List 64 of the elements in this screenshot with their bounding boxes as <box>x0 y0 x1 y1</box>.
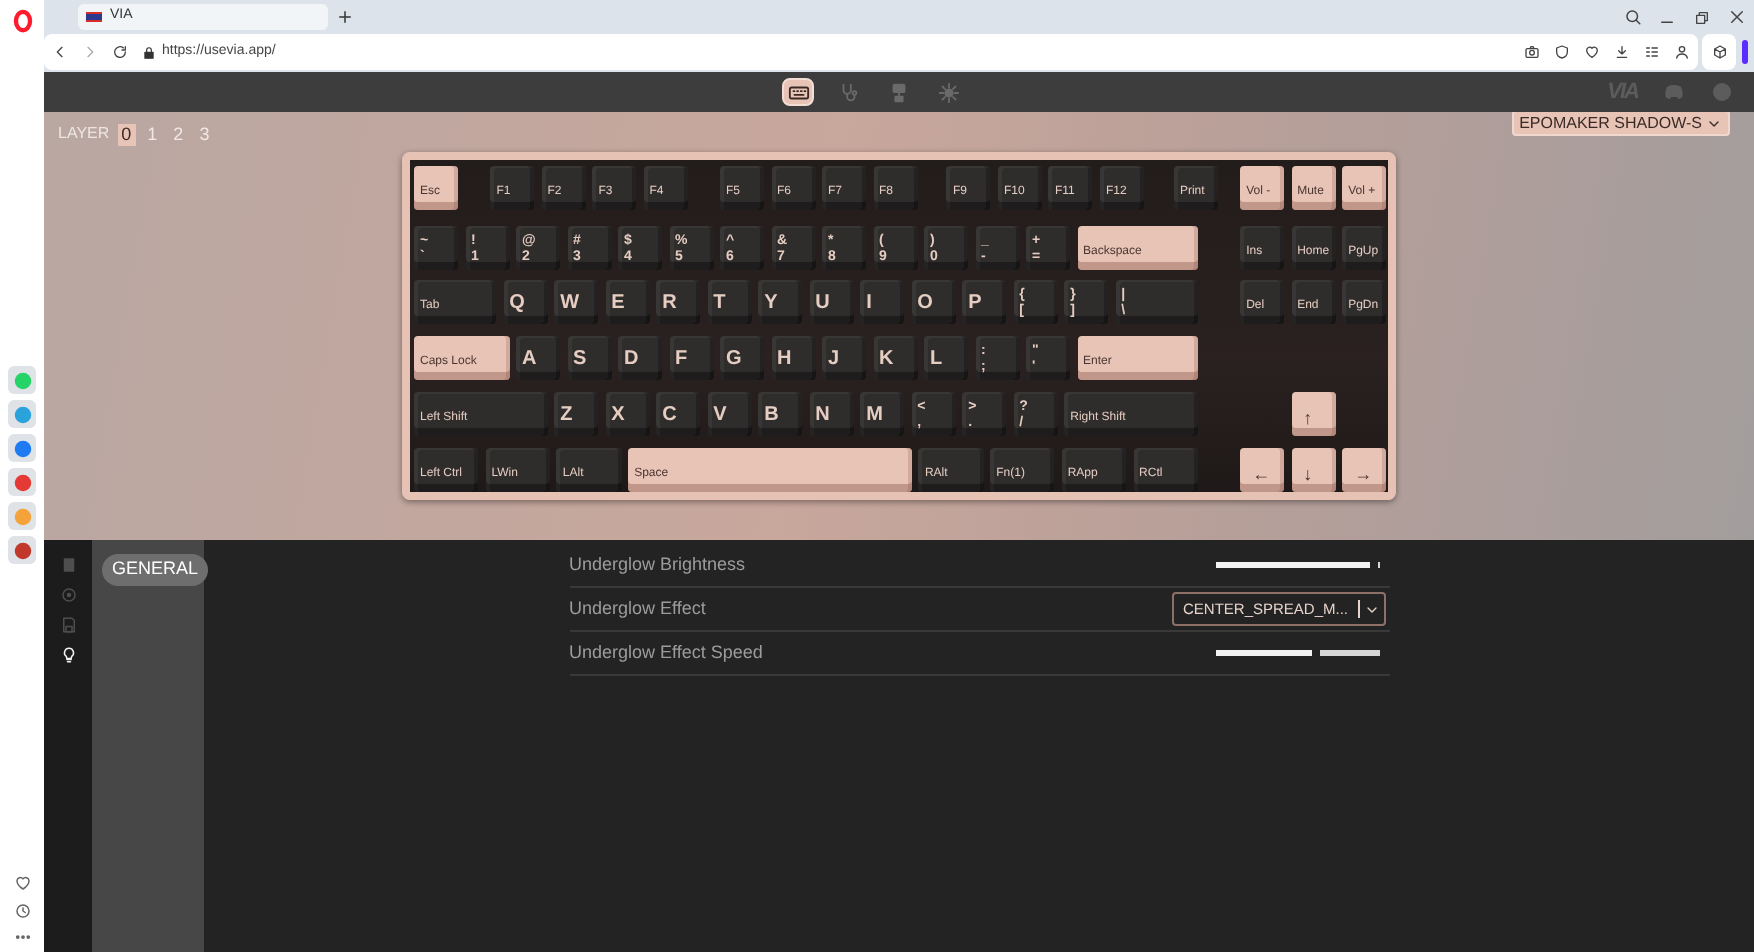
restore-icon[interactable] <box>1694 9 1710 25</box>
settings-icon <box>937 81 959 103</box>
shield-icon[interactable] <box>1554 44 1570 60</box>
layer-label: LAYER <box>58 122 110 146</box>
keycap[interactable]: T <box>707 280 752 324</box>
keycap[interactable]: R <box>656 280 701 324</box>
category-tab[interactable]: GENERAL <box>102 554 209 585</box>
keycap[interactable]: ← <box>1240 448 1285 492</box>
keyboard-icon <box>787 81 809 103</box>
flag-icon <box>86 12 102 22</box>
clock-icon[interactable] <box>13 902 31 920</box>
lock-icon <box>142 45 156 59</box>
keycap[interactable]: I <box>860 280 905 324</box>
keycap[interactable]: Z <box>554 392 599 436</box>
list-icon[interactable] <box>1644 44 1660 60</box>
keycap[interactable]: N <box>809 392 854 436</box>
keycap[interactable]: E <box>605 280 650 324</box>
accent-bar <box>1742 40 1748 64</box>
keycap[interactable]: O <box>911 280 956 324</box>
keycap[interactable]: B <box>758 392 803 436</box>
keycap[interactable]: Y <box>758 280 803 324</box>
keycap[interactable]: C <box>656 392 701 436</box>
keycap[interactable]: G <box>720 336 764 380</box>
stethoscope-icon <box>837 81 859 103</box>
keycap[interactable]: W <box>554 280 599 324</box>
keycap[interactable]: ↑ <box>1291 392 1336 436</box>
close-icon[interactable] <box>1728 8 1746 26</box>
device-select[interactable]: EPOMAKER SHADOW-S <box>1511 110 1730 136</box>
keycap[interactable]: V <box>707 392 752 436</box>
keycap[interactable]: → <box>1342 448 1387 492</box>
reload-icon[interactable] <box>112 44 128 60</box>
keycap[interactable]: ↓ <box>1291 448 1336 492</box>
keycap[interactable]: L <box>924 336 968 380</box>
person-icon[interactable] <box>1674 44 1690 60</box>
keycap[interactable]: S <box>567 336 611 380</box>
stamp-icon <box>887 81 909 103</box>
camera-icon[interactable] <box>1524 44 1540 60</box>
keycap[interactable]: M <box>860 392 905 436</box>
slider-track[interactable] <box>1215 650 1379 656</box>
keycap[interactable]: D <box>618 336 662 380</box>
opera-logo-icon[interactable] <box>9 8 35 34</box>
setting-label: Underglow Brightness <box>569 551 746 578</box>
setting-label: Underglow Effect Speed <box>569 639 763 666</box>
extensions-button[interactable] <box>1702 34 1736 70</box>
keycap[interactable]: F <box>669 336 713 380</box>
heart-icon[interactable] <box>13 874 31 892</box>
search-icon[interactable] <box>1624 8 1642 26</box>
keycap[interactable]: X <box>605 392 650 436</box>
navigation-tab[interactable] <box>782 78 814 106</box>
keycap[interactable]: P <box>962 280 1007 324</box>
keycap[interactable]: K <box>873 336 917 380</box>
keycap[interactable]: Q <box>503 280 548 324</box>
layer-tab[interactable]: 0 <box>117 123 136 145</box>
new-tab-icon[interactable] <box>336 8 354 26</box>
keycap[interactable]: J <box>822 336 866 380</box>
heart-icon[interactable] <box>1584 44 1600 60</box>
cube-icon <box>1711 44 1727 60</box>
back-icon[interactable] <box>52 44 68 60</box>
keycap[interactable]: U <box>809 280 854 324</box>
keycap[interactable]: H <box>771 336 815 380</box>
lightbulb-icon[interactable] <box>59 646 77 664</box>
keycap[interactable]: A <box>516 336 560 380</box>
download-icon[interactable] <box>1614 44 1630 60</box>
setting-label: Underglow Effect <box>569 595 706 622</box>
